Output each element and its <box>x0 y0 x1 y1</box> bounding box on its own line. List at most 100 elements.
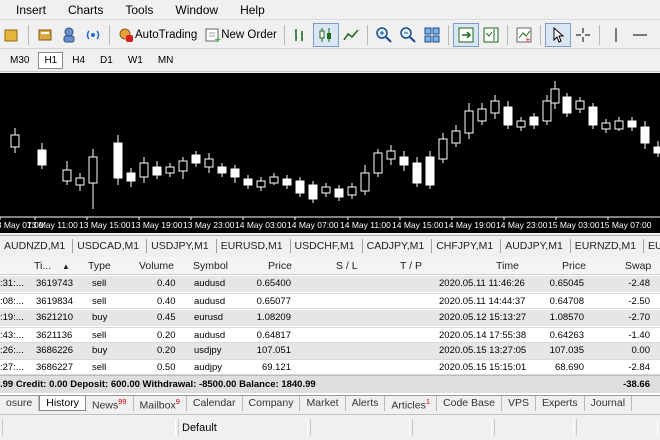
chart-tab-cadjpy[interactable]: CADJPY,M1 <box>363 238 433 253</box>
zoom-in-button[interactable] <box>372 23 396 47</box>
chart-tab-usdjpy[interactable]: USDJPY,M1 <box>147 238 217 253</box>
auto-scroll-button[interactable] <box>452 22 479 47</box>
cell-ticket: 3621136 <box>36 330 73 341</box>
new-order-button[interactable]: + New Order <box>200 23 280 47</box>
cell-open-time: :31:... <box>0 278 24 289</box>
candle-body <box>562 96 572 114</box>
table-row[interactable]: :19:... 3621210 buy 0.45 eurusd 1.08209 2020.0… <box>0 310 660 326</box>
candle-body <box>282 178 292 186</box>
column-price[interactable]: Price <box>268 260 292 272</box>
chart-tab-audjpy[interactable]: AUDJPY,M1 <box>501 238 571 253</box>
vertical-line-button[interactable] <box>604 23 628 47</box>
chart-tab-usdcad[interactable]: USDCAD,M1 <box>73 238 148 253</box>
candlestick-chart[interactable]: 13 May 07:0013 May 11:0013 May 15:0013 M… <box>0 73 660 233</box>
timeframe-d1[interactable]: D1 <box>94 52 119 69</box>
navigator-button[interactable] <box>33 23 57 47</box>
tab-company[interactable]: Company <box>243 396 301 411</box>
column-volume[interactable]: Volume <box>139 260 174 272</box>
time-axis-label: 14 May 19:00 <box>444 220 496 230</box>
horizontal-line-button[interactable] <box>628 23 652 47</box>
table-row[interactable]: :31:... 3619743 sell 0.40 audusd 0.65400 2020.… <box>0 276 660 292</box>
candle-body <box>75 177 85 186</box>
time-axis-label: 13 May 19:00 <box>131 220 183 230</box>
tab-news[interactable]: News99 <box>86 396 134 412</box>
line-chart-button[interactable] <box>339 23 363 47</box>
tile-windows-button[interactable] <box>420 23 444 47</box>
user-icon <box>63 27 75 42</box>
candle-body <box>204 158 214 168</box>
cell-close-price: 0.65045 <box>549 278 584 289</box>
cell-ticket: 3621210 <box>36 312 73 323</box>
bar-chart-button[interactable] <box>289 23 313 47</box>
timeframe-h1[interactable]: H1 <box>38 52 64 69</box>
timeframe-h4[interactable]: H4 <box>66 52 91 69</box>
column-swap[interactable]: Swap <box>625 260 651 272</box>
tab-vps[interactable]: VPS <box>502 396 536 411</box>
tab-journal[interactable]: Journal <box>585 396 633 411</box>
cell-price: 107.051 <box>256 345 291 356</box>
menu-charts[interactable]: Charts <box>57 0 114 20</box>
timeframe-m30[interactable]: M30 <box>4 52 35 69</box>
candle-body <box>347 186 357 196</box>
candle-body <box>243 178 253 186</box>
cell-swap: -2.50 <box>628 296 650 307</box>
candle-body <box>614 120 624 130</box>
timeframe-w1[interactable]: W1 <box>122 52 149 69</box>
candle-body <box>627 120 637 128</box>
tab-articles[interactable]: Articles1 <box>385 396 438 412</box>
autotrading-button[interactable]: AutoTrading <box>114 23 200 47</box>
column-type[interactable]: Type <box>88 260 111 272</box>
cell-price: 1.08209 <box>256 312 291 323</box>
toolbar-separator <box>28 24 29 45</box>
zoom-out-button[interactable] <box>396 23 420 47</box>
chart-tab-eurnzd[interactable]: EURNZD,M1 <box>571 238 645 253</box>
column-close-time[interactable]: Time <box>496 260 519 272</box>
cursor-button[interactable] <box>544 22 571 47</box>
candle-body <box>113 142 123 179</box>
menu-window[interactable]: Window <box>164 0 229 20</box>
chart-tab-eu[interactable]: EU <box>644 239 660 253</box>
timeframe-mn[interactable]: MN <box>152 52 180 69</box>
terminal-button[interactable] <box>57 23 81 47</box>
tab-experts[interactable]: Experts <box>536 396 585 411</box>
column-close-price[interactable]: Price <box>562 260 586 272</box>
menu-help[interactable]: Help <box>229 0 276 20</box>
toolbar: AutoTrading + New Order + <box>0 21 660 49</box>
menu-tools[interactable]: Tools <box>114 0 164 20</box>
cell-close-time: 2020.05.15 15:15:01 <box>439 362 527 373</box>
signals-button[interactable] <box>81 23 105 47</box>
table-row[interactable]: :27:... 3686227 sell 0.50 audjpy 69.121 2020.0… <box>0 359 660 375</box>
crosshair-button[interactable] <box>571 23 595 47</box>
candle-body <box>477 108 487 122</box>
indicators-button[interactable]: + <box>512 23 536 47</box>
tab-calendar[interactable]: Calendar <box>187 396 243 411</box>
tab-code-base[interactable]: Code Base <box>437 396 502 411</box>
table-row[interactable]: :26:... 3686226 buy 0.20 usdjpy 107.051 2020.0… <box>0 343 660 359</box>
chart-tab-usdchf[interactable]: USDCHF,M1 <box>291 238 363 253</box>
cell-open-time: :27:... <box>0 362 24 373</box>
cell-type: buy <box>92 312 108 323</box>
chart-tab-eurusd[interactable]: EURUSD,M1 <box>217 238 291 253</box>
tab-label: osure <box>6 397 33 409</box>
tab-osure[interactable]: osure <box>0 396 40 411</box>
tab-market[interactable]: Market <box>300 396 346 411</box>
chart-shift-button[interactable] <box>479 23 503 47</box>
folder-icon <box>4 29 18 41</box>
menu-insert[interactable]: Insert <box>0 0 57 20</box>
candlestick-chart-button[interactable] <box>312 22 339 47</box>
cell-swap: -2.84 <box>628 362 650 373</box>
profiles-button[interactable] <box>0 23 24 47</box>
price-chart[interactable]: 13 May 07:0013 May 11:0013 May 15:0013 M… <box>0 73 660 233</box>
chart-tab-audnzd[interactable]: AUDNZD,M1 <box>0 238 74 253</box>
chart-tab-chfjpy[interactable]: CHFJPY,M1 <box>432 238 502 253</box>
column-ticket[interactable]: Ti... <box>34 260 51 272</box>
column-symbol[interactable]: Symbol <box>193 260 228 272</box>
status-bar: Default <box>0 414 660 440</box>
table-row[interactable]: :43:... 3621136 sell 0.20 audusd 0.64817 2020.… <box>0 327 660 343</box>
tab-mailbox[interactable]: Mailbox9 <box>134 396 187 412</box>
tab-alerts[interactable]: Alerts <box>346 396 386 411</box>
column-tp[interactable]: T / P <box>400 260 422 272</box>
table-row[interactable]: :08:... 3619834 sell 0.40 audusd 0.65077 2020.… <box>0 293 660 309</box>
tab-history[interactable]: History <box>39 396 86 411</box>
column-sl[interactable]: S / L <box>336 260 358 272</box>
